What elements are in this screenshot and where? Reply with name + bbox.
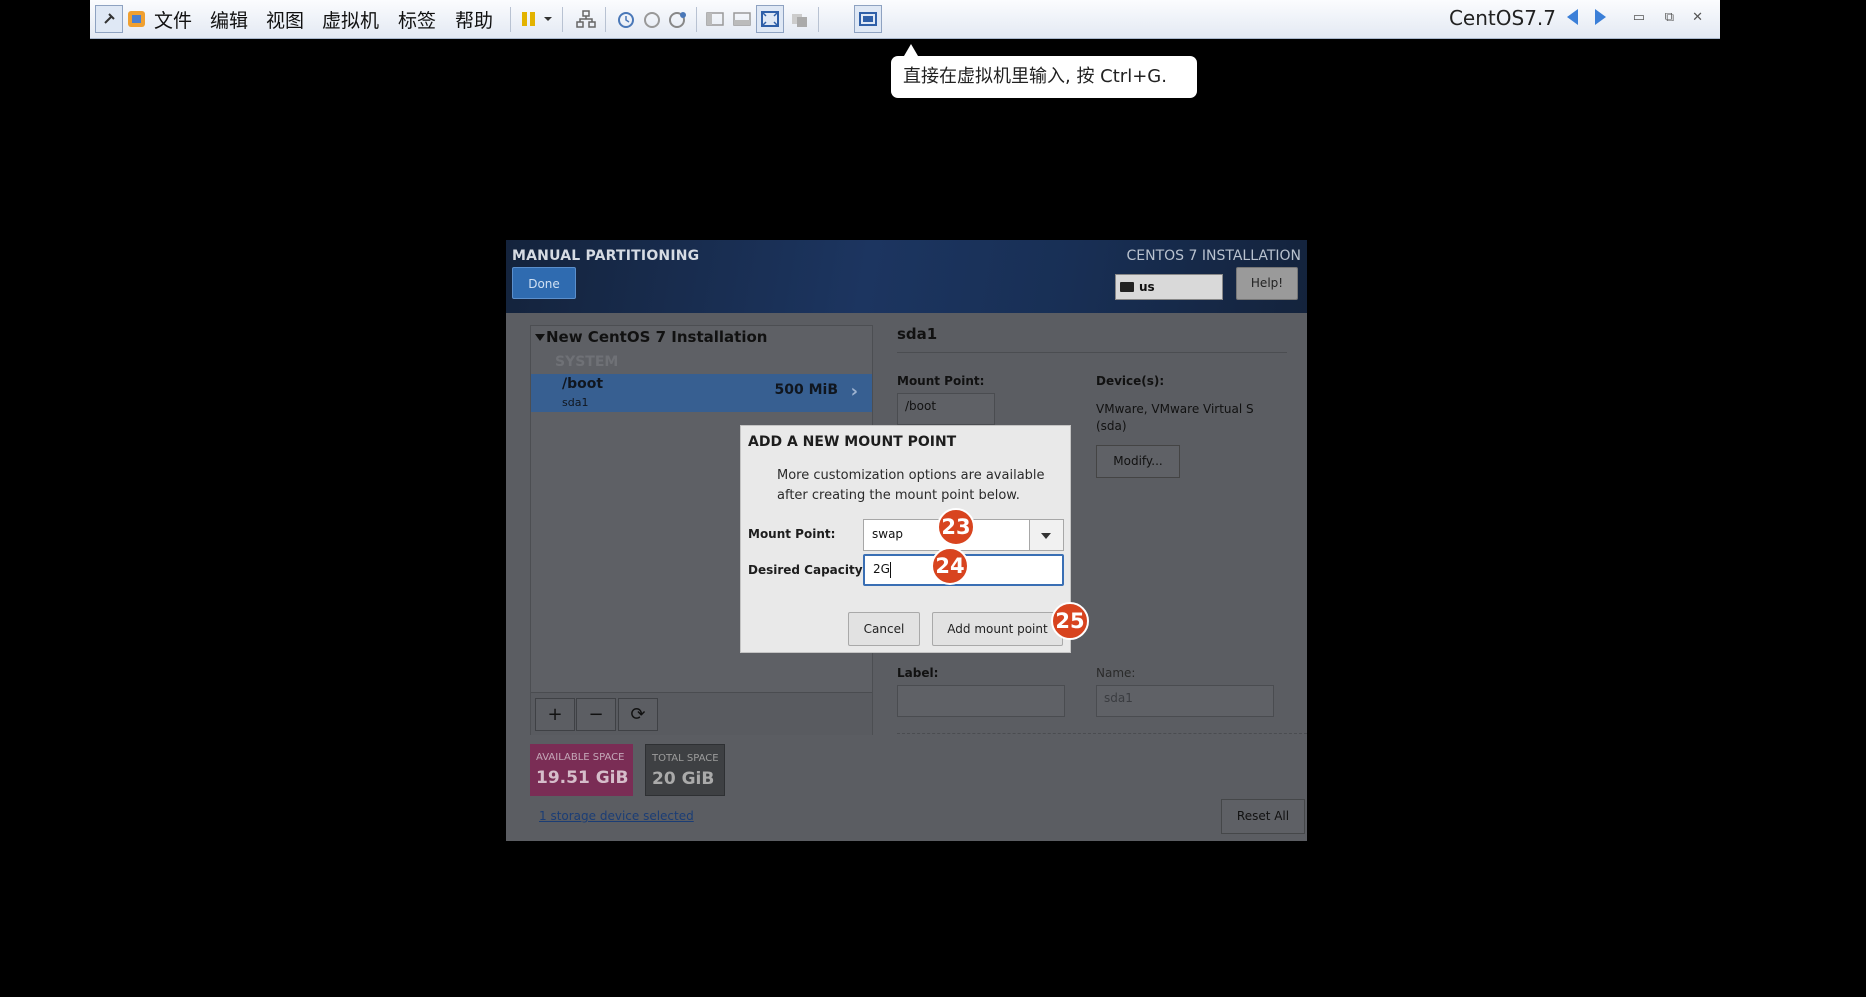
storage-devices-link[interactable]: 1 storage device selected — [539, 809, 694, 823]
snapshot-manager-icon[interactable] — [667, 8, 689, 30]
add-mount-point-button[interactable]: Add mount point — [932, 612, 1063, 646]
devices-value: VMware, VMware Virtual S (sda) — [1096, 402, 1254, 433]
close-icon[interactable]: ✕ — [1692, 10, 1703, 25]
mount-point-field[interactable]: /boot — [897, 393, 995, 425]
pin-icon[interactable] — [95, 5, 123, 33]
refresh-icon[interactable]: ⟳ — [618, 698, 658, 731]
snapshot-icon[interactable] — [615, 8, 637, 30]
keyboard-layout-label: us — [1139, 280, 1155, 294]
step-badge: 23 — [937, 508, 975, 546]
menu-edit[interactable]: 编辑 — [210, 0, 248, 39]
partition-mount-label: /boot — [562, 376, 604, 392]
available-space-box: AVAILABLE SPACE 19.51 GiB — [530, 744, 633, 796]
desired-capacity-label: Desired Capacity: — [748, 563, 868, 577]
partition-device-label: sda1 — [562, 396, 589, 409]
tooltip-tail — [904, 44, 918, 56]
cancel-button[interactable]: Cancel — [848, 612, 920, 646]
divider — [897, 352, 1287, 353]
desired-capacity-value: 2G — [873, 562, 890, 576]
input-hint-tooltip: 直接在虚拟机里输入, 按 Ctrl+G. — [891, 56, 1197, 98]
vm-name-label: CentOS7.7 — [1448, 6, 1556, 30]
toolbar-separator — [696, 7, 697, 32]
power-icon[interactable] — [518, 8, 540, 30]
unity-icon[interactable] — [788, 8, 810, 30]
mount-point-label: Mount Point: — [897, 374, 985, 388]
chevron-right-icon: › — [850, 381, 858, 402]
divider — [897, 733, 1307, 734]
step-badge: 24 — [931, 547, 969, 585]
devices-label: Device(s): — [1096, 374, 1165, 388]
add-partition-button[interactable]: + — [535, 698, 575, 731]
modify-button[interactable]: Modify... — [1096, 445, 1180, 478]
total-space-value: 20 GiB — [652, 769, 715, 789]
toolbar-separator — [510, 7, 511, 32]
total-space-label: TOTAL SPACE — [652, 753, 719, 764]
remove-partition-button[interactable]: − — [576, 698, 616, 731]
reset-all-button[interactable]: Reset All — [1221, 799, 1305, 834]
expand-arrow-icon[interactable] — [535, 334, 545, 341]
chevron-down-icon — [1041, 533, 1051, 539]
console-view-icon[interactable] — [854, 5, 882, 33]
partition-details-title: sda1 — [897, 325, 938, 343]
keyboard-layout-indicator[interactable]: us — [1115, 274, 1223, 300]
total-space-box: TOTAL SPACE 20 GiB — [645, 744, 725, 796]
step-badge: 25 — [1051, 602, 1089, 640]
help-button[interactable]: Help! — [1236, 267, 1298, 300]
partition-actions-bar: + − ⟳ — [531, 692, 872, 735]
sidebar-view-icon[interactable] — [704, 8, 726, 30]
vmware-toolbar: 文件 编辑 视图 虚拟机 标签 帮助 CentOS7.7 ▭ ⧉ ✕ — [90, 0, 1720, 39]
text-cursor — [890, 562, 891, 578]
dropdown-button[interactable] — [1029, 520, 1063, 550]
dialog-description: More customization options are available… — [777, 468, 1045, 503]
revert-snapshot-icon[interactable] — [641, 8, 663, 30]
thumbnail-view-icon[interactable] — [731, 8, 753, 30]
done-button[interactable]: Done — [512, 267, 576, 299]
installer-header: MANUAL PARTITIONING Done CENTOS 7 INSTAL… — [506, 240, 1307, 313]
toolbar-separator — [605, 7, 606, 32]
fullscreen-icon[interactable] — [756, 5, 784, 33]
product-title: CENTOS 7 INSTALLATION — [1126, 248, 1301, 264]
minimize-icon[interactable]: ▭ — [1633, 10, 1645, 25]
menu-vm[interactable]: 虚拟机 — [322, 0, 379, 39]
menu-view[interactable]: 视图 — [266, 0, 304, 39]
arrow-left-icon[interactable] — [1567, 9, 1578, 25]
partition-size-label: 500 MiB — [774, 382, 839, 398]
restore-icon[interactable]: ⧉ — [1665, 10, 1674, 25]
installation-group-title[interactable]: New CentOS 7 Installation — [546, 328, 767, 346]
menu-help[interactable]: 帮助 — [455, 0, 493, 39]
chevron-down-icon[interactable] — [542, 8, 554, 30]
toolbar-separator — [818, 7, 819, 32]
network-icon[interactable] — [575, 8, 597, 30]
label-field-label: Label: — [897, 666, 939, 680]
toolbar-separator — [562, 7, 563, 32]
system-section-label: SYSTEM — [555, 354, 619, 370]
arrow-right-icon[interactable] — [1595, 9, 1606, 25]
available-space-value: 19.51 GiB — [536, 768, 629, 788]
partition-row[interactable]: /boot sda1 500 MiB › — [531, 374, 872, 412]
available-space-label: AVAILABLE SPACE — [536, 752, 625, 763]
menu-file[interactable]: 文件 — [154, 0, 192, 39]
mount-point-value: swap — [872, 527, 904, 541]
vmware-logo-icon[interactable] — [126, 8, 148, 30]
menu-tabs[interactable]: 标签 — [398, 0, 436, 39]
dialog-mount-point-label: Mount Point: — [748, 527, 836, 541]
dialog-title: ADD A NEW MOUNT POINT — [748, 434, 957, 450]
name-field[interactable]: sda1 — [1096, 685, 1274, 717]
add-mount-point-dialog: ADD A NEW MOUNT POINT More customization… — [740, 425, 1071, 653]
keyboard-icon — [1120, 282, 1134, 292]
page-title: MANUAL PARTITIONING — [512, 248, 700, 264]
name-field-label: Name: — [1096, 666, 1136, 680]
label-field[interactable] — [897, 685, 1065, 717]
